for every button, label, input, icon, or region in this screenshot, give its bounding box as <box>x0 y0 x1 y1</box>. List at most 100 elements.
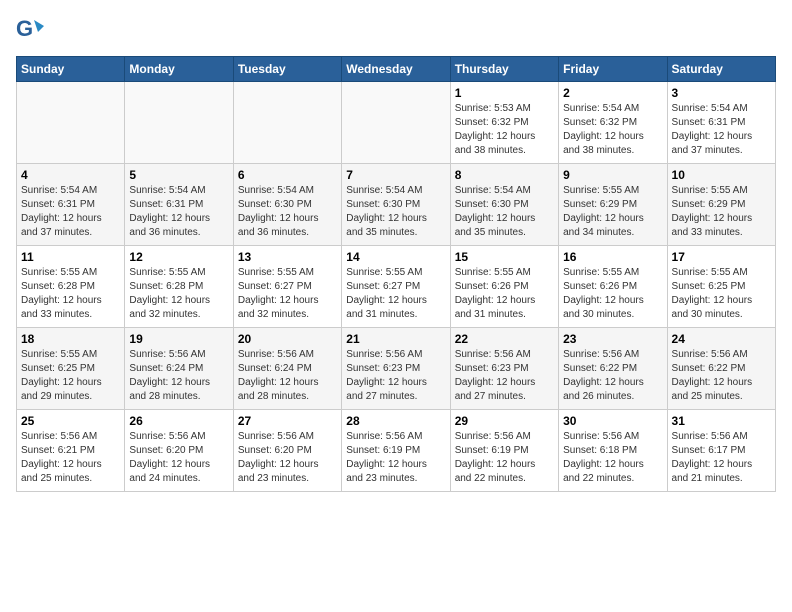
day-number: 19 <box>129 332 228 346</box>
week-row-1: 1 Sunrise: 5:53 AM Sunset: 6:32 PM Daylig… <box>17 82 776 164</box>
calendar-cell: 27 Sunrise: 5:56 AM Sunset: 6:20 PM Dayli… <box>233 410 341 492</box>
day-number: 25 <box>21 414 120 428</box>
day-number: 1 <box>455 86 554 100</box>
day-number: 6 <box>238 168 337 182</box>
calendar-cell: 6 Sunrise: 5:54 AM Sunset: 6:30 PM Daylig… <box>233 164 341 246</box>
day-info: Sunrise: 5:54 AM Sunset: 6:30 PM Dayligh… <box>455 184 554 240</box>
calendar-cell: 13 Sunrise: 5:55 AM Sunset: 6:27 PM Dayli… <box>233 246 341 328</box>
calendar-cell: 16 Sunrise: 5:55 AM Sunset: 6:26 PM Dayli… <box>559 246 667 328</box>
calendar-cell: 3 Sunrise: 5:54 AM Sunset: 6:31 PM Daylig… <box>667 82 775 164</box>
calendar-cell: 5 Sunrise: 5:54 AM Sunset: 6:31 PM Daylig… <box>125 164 233 246</box>
calendar-cell: 28 Sunrise: 5:56 AM Sunset: 6:19 PM Dayli… <box>342 410 450 492</box>
calendar-cell: 22Sunrise: 5:56 AM Sunset: 6:23 PM Dayli… <box>450 328 558 410</box>
calendar-cell: 21 Sunrise: 5:56 AM Sunset: 6:23 PM Dayli… <box>342 328 450 410</box>
calendar-cell: 18Sunrise: 5:55 AM Sunset: 6:25 PM Dayli… <box>17 328 125 410</box>
calendar-cell: 31 Sunrise: 5:56 AM Sunset: 6:17 PM Dayli… <box>667 410 775 492</box>
day-number: 3 <box>672 86 771 100</box>
day-number: 15 <box>455 250 554 264</box>
calendar-cell: 2 Sunrise: 5:54 AM Sunset: 6:32 PM Daylig… <box>559 82 667 164</box>
week-row-5: 25 Sunrise: 5:56 AM Sunset: 6:21 PM Dayli… <box>17 410 776 492</box>
calendar-cell: 14 Sunrise: 5:55 AM Sunset: 6:27 PM Dayli… <box>342 246 450 328</box>
day-info: Sunrise: 5:56 AM Sunset: 6:21 PM Dayligh… <box>21 430 120 486</box>
week-row-3: 11Sunrise: 5:55 AM Sunset: 6:28 PM Dayli… <box>17 246 776 328</box>
day-info: Sunrise: 5:55 AM Sunset: 6:25 PM Dayligh… <box>21 348 120 404</box>
day-info: Sunrise: 5:56 AM Sunset: 6:23 PM Dayligh… <box>346 348 445 404</box>
calendar-cell: 9 Sunrise: 5:55 AM Sunset: 6:29 PM Daylig… <box>559 164 667 246</box>
day-info: Sunrise: 5:56 AM Sunset: 6:20 PM Dayligh… <box>238 430 337 486</box>
calendar-cell: 23Sunrise: 5:56 AM Sunset: 6:22 PM Dayli… <box>559 328 667 410</box>
day-info: Sunrise: 5:56 AM Sunset: 6:22 PM Dayligh… <box>563 348 662 404</box>
day-info: Sunrise: 5:56 AM Sunset: 6:19 PM Dayligh… <box>346 430 445 486</box>
calendar-cell: 11Sunrise: 5:55 AM Sunset: 6:28 PM Dayli… <box>17 246 125 328</box>
day-header-wednesday: Wednesday <box>342 57 450 82</box>
calendar-cell: 12Sunrise: 5:55 AM Sunset: 6:28 PM Dayli… <box>125 246 233 328</box>
day-info: Sunrise: 5:55 AM Sunset: 6:29 PM Dayligh… <box>672 184 771 240</box>
calendar-cell: 29 Sunrise: 5:56 AM Sunset: 6:19 PM Dayli… <box>450 410 558 492</box>
calendar-cell: 1 Sunrise: 5:53 AM Sunset: 6:32 PM Daylig… <box>450 82 558 164</box>
day-info: Sunrise: 5:54 AM Sunset: 6:32 PM Dayligh… <box>563 102 662 158</box>
day-info: Sunrise: 5:53 AM Sunset: 6:32 PM Dayligh… <box>455 102 554 158</box>
day-header-friday: Friday <box>559 57 667 82</box>
header: G <box>16 16 776 44</box>
calendar-cell: 25 Sunrise: 5:56 AM Sunset: 6:21 PM Dayli… <box>17 410 125 492</box>
day-number: 2 <box>563 86 662 100</box>
week-row-4: 18Sunrise: 5:55 AM Sunset: 6:25 PM Dayli… <box>17 328 776 410</box>
day-info: Sunrise: 5:55 AM Sunset: 6:28 PM Dayligh… <box>129 266 228 322</box>
day-number: 9 <box>563 168 662 182</box>
logo-icon: G <box>16 16 44 44</box>
day-info: Sunrise: 5:55 AM Sunset: 6:27 PM Dayligh… <box>346 266 445 322</box>
day-header-monday: Monday <box>125 57 233 82</box>
calendar-table: SundayMondayTuesdayWednesdayThursdayFrid… <box>16 56 776 492</box>
day-number: 10 <box>672 168 771 182</box>
svg-text:G: G <box>16 16 33 41</box>
day-number: 24 <box>672 332 771 346</box>
calendar-cell: 4Sunrise: 5:54 AM Sunset: 6:31 PM Daylig… <box>17 164 125 246</box>
day-header-sunday: Sunday <box>17 57 125 82</box>
calendar-cell: 17 Sunrise: 5:55 AM Sunset: 6:25 PM Dayli… <box>667 246 775 328</box>
calendar-cell: 8 Sunrise: 5:54 AM Sunset: 6:30 PM Daylig… <box>450 164 558 246</box>
calendar-cell: 20Sunrise: 5:56 AM Sunset: 6:24 PM Dayli… <box>233 328 341 410</box>
day-number: 28 <box>346 414 445 428</box>
day-info: Sunrise: 5:54 AM Sunset: 6:31 PM Dayligh… <box>21 184 120 240</box>
day-number: 5 <box>129 168 228 182</box>
day-info: Sunrise: 5:55 AM Sunset: 6:29 PM Dayligh… <box>563 184 662 240</box>
day-number: 31 <box>672 414 771 428</box>
day-info: Sunrise: 5:54 AM Sunset: 6:31 PM Dayligh… <box>129 184 228 240</box>
day-info: Sunrise: 5:54 AM Sunset: 6:30 PM Dayligh… <box>238 184 337 240</box>
day-header-thursday: Thursday <box>450 57 558 82</box>
day-info: Sunrise: 5:55 AM Sunset: 6:25 PM Dayligh… <box>672 266 771 322</box>
calendar-cell <box>342 82 450 164</box>
calendar-cell: 26Sunrise: 5:56 AM Sunset: 6:20 PM Dayli… <box>125 410 233 492</box>
day-header-saturday: Saturday <box>667 57 775 82</box>
calendar-cell: 30Sunrise: 5:56 AM Sunset: 6:18 PM Dayli… <box>559 410 667 492</box>
day-info: Sunrise: 5:54 AM Sunset: 6:31 PM Dayligh… <box>672 102 771 158</box>
calendar-cell: 7Sunrise: 5:54 AM Sunset: 6:30 PM Daylig… <box>342 164 450 246</box>
day-number: 13 <box>238 250 337 264</box>
day-number: 29 <box>455 414 554 428</box>
day-info: Sunrise: 5:56 AM Sunset: 6:22 PM Dayligh… <box>672 348 771 404</box>
day-info: Sunrise: 5:55 AM Sunset: 6:26 PM Dayligh… <box>563 266 662 322</box>
calendar-cell: 19 Sunrise: 5:56 AM Sunset: 6:24 PM Dayli… <box>125 328 233 410</box>
day-number: 17 <box>672 250 771 264</box>
calendar-cell <box>233 82 341 164</box>
day-number: 21 <box>346 332 445 346</box>
calendar-cell: 10 Sunrise: 5:55 AM Sunset: 6:29 PM Dayli… <box>667 164 775 246</box>
day-info: Sunrise: 5:56 AM Sunset: 6:17 PM Dayligh… <box>672 430 771 486</box>
day-number: 14 <box>346 250 445 264</box>
day-info: Sunrise: 5:55 AM Sunset: 6:26 PM Dayligh… <box>455 266 554 322</box>
day-info: Sunrise: 5:56 AM Sunset: 6:19 PM Dayligh… <box>455 430 554 486</box>
day-number: 27 <box>238 414 337 428</box>
calendar-cell: 24 Sunrise: 5:56 AM Sunset: 6:22 PM Dayli… <box>667 328 775 410</box>
day-info: Sunrise: 5:56 AM Sunset: 6:18 PM Dayligh… <box>563 430 662 486</box>
calendar-cell <box>125 82 233 164</box>
calendar-cell: 15 Sunrise: 5:55 AM Sunset: 6:26 PM Dayli… <box>450 246 558 328</box>
day-info: Sunrise: 5:56 AM Sunset: 6:20 PM Dayligh… <box>129 430 228 486</box>
day-number: 16 <box>563 250 662 264</box>
day-info: Sunrise: 5:56 AM Sunset: 6:24 PM Dayligh… <box>129 348 228 404</box>
day-info: Sunrise: 5:56 AM Sunset: 6:24 PM Dayligh… <box>238 348 337 404</box>
day-header-tuesday: Tuesday <box>233 57 341 82</box>
day-number: 8 <box>455 168 554 182</box>
day-number: 7 <box>346 168 445 182</box>
logo: G <box>16 16 46 44</box>
day-info: Sunrise: 5:55 AM Sunset: 6:27 PM Dayligh… <box>238 266 337 322</box>
